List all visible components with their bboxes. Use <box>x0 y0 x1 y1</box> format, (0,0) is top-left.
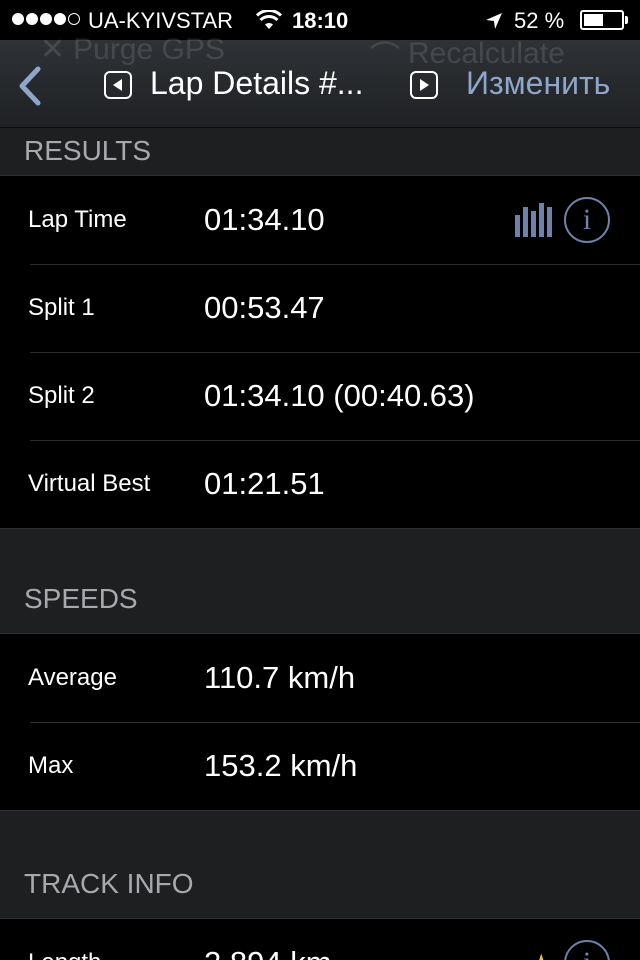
row-label: Max <box>28 752 74 779</box>
speeds-group: Average 110.7 km/h Max 153.2 km/h <box>0 634 640 811</box>
battery-percent: 52 % <box>514 8 565 33</box>
row-length[interactable]: Length 2.894 km ★ i <box>0 919 640 960</box>
row-value: 00:53.47 <box>204 290 325 325</box>
row-label: Average <box>28 664 117 691</box>
next-lap-button[interactable] <box>410 71 438 99</box>
row-label: Split 2 <box>28 382 95 409</box>
row-average-speed[interactable]: Average 110.7 km/h <box>0 634 640 722</box>
battery-cap <box>625 16 628 24</box>
wifi-icon <box>256 10 282 29</box>
row-icons: ★ i <box>530 940 610 960</box>
triangle-left-icon <box>113 79 122 91</box>
row-label: Length <box>28 949 101 960</box>
row-split-1[interactable]: Split 1 00:53.47 <box>0 264 640 352</box>
row-max-speed[interactable]: Max 153.2 km/h <box>0 722 640 810</box>
row-icons: i <box>515 197 610 243</box>
bar-chart-icon[interactable] <box>515 203 552 237</box>
track-info-group: Length 2.894 km ★ i <box>0 919 640 960</box>
battery-icon <box>580 10 624 30</box>
status-bar: UA-KYIVSTAR 18:10 52 % <box>0 0 640 40</box>
back-chevron-icon[interactable] <box>14 66 46 106</box>
prev-lap-button[interactable] <box>104 71 132 99</box>
row-virtual-best[interactable]: Virtual Best 01:21.51 <box>0 440 640 528</box>
section-title: SPEEDS <box>24 583 138 614</box>
triangle-right-icon <box>420 79 429 91</box>
screen: UA-KYIVSTAR 18:10 52 % ✕ Purge GPS ⌒ Rec… <box>0 0 640 960</box>
section-header-results: RESULTS <box>0 128 640 176</box>
results-group: Lap Time 01:34.10 i Split 1 00:53.47 Spl… <box>0 176 640 529</box>
page-title: Lap Details #... <box>150 65 364 101</box>
edit-button[interactable]: Изменить <box>466 65 610 102</box>
row-lap-time[interactable]: Lap Time 01:34.10 i <box>0 176 640 264</box>
star-icon[interactable]: ★ <box>530 949 552 960</box>
section-header-speeds: SPEEDS <box>0 529 640 634</box>
row-value: 153.2 km/h <box>204 748 358 783</box>
info-icon[interactable]: i <box>564 197 610 243</box>
row-label: Split 1 <box>28 294 95 321</box>
section-header-track-info: TRACK INFO <box>0 811 640 919</box>
row-value: 01:34.10 (00:40.63) <box>204 378 475 413</box>
content-scroll[interactable]: RESULTS Lap Time 01:34.10 i Split 1 00:5… <box>0 128 640 960</box>
nav-bar: ✕ Purge GPS ⌒ Recalculate Lap Details #.… <box>0 33 640 128</box>
row-split-2[interactable]: Split 2 01:34.10 (00:40.63) <box>0 352 640 440</box>
section-title: RESULTS <box>24 135 152 166</box>
signal-strength-icon <box>12 13 80 25</box>
section-title: TRACK INFO <box>24 868 194 899</box>
status-time: 18:10 <box>292 8 349 33</box>
info-icon[interactable]: i <box>564 940 610 960</box>
carrier-name: UA-KYIVSTAR <box>88 8 234 33</box>
row-value: 110.7 km/h <box>204 660 356 695</box>
location-arrow-icon <box>486 13 502 29</box>
row-value: 2.894 km <box>204 945 332 960</box>
row-value: 01:21.51 <box>204 466 325 501</box>
row-label: Virtual Best <box>28 470 151 497</box>
row-value: 01:34.10 <box>204 202 325 237</box>
row-label: Lap Time <box>28 206 127 233</box>
